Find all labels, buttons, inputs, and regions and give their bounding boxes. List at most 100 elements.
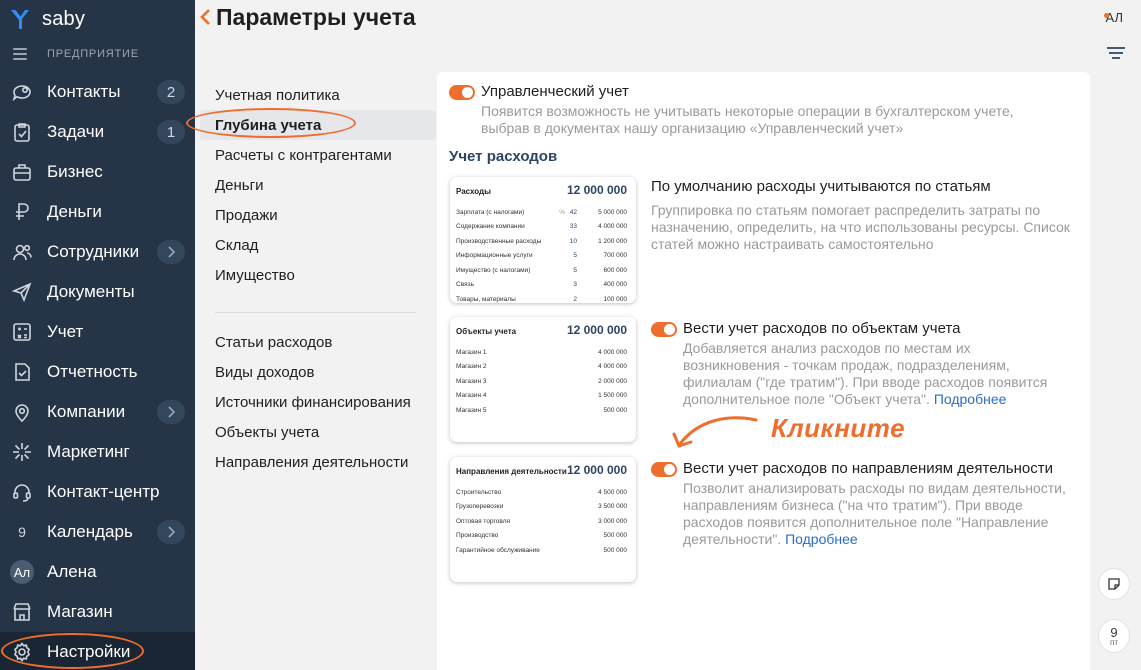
table-row: Магазин 5 500 000 [456,403,627,418]
contacts-icon [9,79,35,105]
settings-nav-item[interactable]: Виды доходов [200,357,436,387]
directions-accounting-toggle[interactable] [651,462,677,477]
sidebar-item-reports[interactable]: Отчетность [0,352,195,392]
list-filter-icon [1107,47,1125,59]
tasks-icon [9,119,35,145]
row-name: Грузоперевозки [456,503,504,511]
row-name: Имущество (с налогами) [456,266,531,274]
table-row: Связь 3 400 000 [456,278,627,293]
option-description: Группировка по статьям помогает распреде… [651,202,1070,252]
row-name: Товары, материалы [456,295,516,303]
notification-dot [1103,13,1109,18]
row-name: Информационные услуги [456,252,533,260]
sidebar-item-money[interactable]: Деньги [0,192,195,232]
expense-items-option: По умолчанию расходы учитываются по стат… [651,178,1071,253]
sidebar-item-documents[interactable]: Документы [0,272,195,312]
settings-nav-item[interactable]: Объекты учета [200,417,436,447]
table-row: Грузоперевозки 3 500 000 [456,500,627,515]
sidebar-item-business[interactable]: Бизнес [0,152,195,192]
sidebar-item-label: Учет [47,322,84,341]
more-link[interactable]: Подробнее [934,391,1007,407]
sidebar-item-employees[interactable]: Сотрудники [0,232,195,272]
percent-sign: % [559,208,565,216]
sidebar-item-label: Сотрудники [47,242,140,261]
sidebar-item-settings[interactable]: Настройки [0,632,195,670]
annotation-label: Кликните [771,413,906,443]
sidebar-item-tasks[interactable]: Задачи 1 [0,112,195,152]
settings-nav-item[interactable]: Статьи расходов [200,327,436,357]
row-count: 33 [569,223,577,231]
table-row: Производство 500 000 [456,529,627,544]
row-count: 5 [573,266,577,274]
sidebar-item-contact-center[interactable]: Контакт-центр [0,472,195,512]
calendar-day-number: 9 [18,524,26,540]
menu-icon[interactable] [13,48,27,60]
row-name: Связь [456,281,474,289]
row-value: 2 000 000 [598,377,627,385]
sidebar-item-marketing[interactable]: Маркетинг [0,432,195,472]
option-title: Управленческий учет [481,83,629,100]
objects-accounting-toggle[interactable] [651,322,677,337]
calendar-day: 9 [1110,624,1118,640]
company-switcher[interactable]: ПРЕДПРИЯТИЕ [0,44,195,64]
settings-nav-item[interactable]: Источники финансирования [200,387,436,417]
sidebar-item-label: Документы [47,282,135,301]
sidebar-item-calendar[interactable]: 9 Календарь [0,512,195,552]
row-value: 4 000 000 [598,363,627,371]
company-label: ПРЕДПРИЯТИЕ [47,48,139,60]
contact-center-icon [9,479,35,505]
settings-nav-item[interactable]: Имущество [200,260,436,290]
note-icon [1108,578,1120,590]
management-accounting-toggle[interactable] [449,85,475,100]
row-name: Магазин 1 [456,348,487,356]
avatar-initials: Ал [10,560,34,584]
view-options-button[interactable] [1106,46,1126,67]
notes-button[interactable] [1099,569,1129,599]
sidebar-item-profile[interactable]: Ал Алена [0,552,195,592]
business-icon [9,159,35,185]
settings-panel: Управленческий учет Появится возможность… [437,72,1090,670]
table-row: Производственные расходы 10 1 200 000 [456,234,627,249]
documents-icon [9,279,35,305]
avatar: Ал [9,559,35,585]
expenses-preview-card: Расходы 12 000 000 Зарплата (с налогами)… [450,177,636,303]
card-total: 12 000 000 [566,183,627,197]
settings-nav-item[interactable]: Продажи [200,200,436,230]
card-total: 12 000 000 [566,463,627,477]
directions-accounting-option: Вести учет расходов по направлениям деят… [651,460,1093,548]
sidebar-item-accounting[interactable]: Учет [0,312,195,352]
settings-nav-item[interactable]: Склад [200,230,436,260]
row-value: 500 000 [603,546,628,554]
row-value: 1 200 000 [598,237,627,245]
table-row: Информационные услуги 5 700 000 [456,249,627,264]
sidebar-item-label: Деньги [47,202,102,221]
settings-nav-item[interactable]: Расчеты с контрагентами [200,140,436,170]
settings-nav-item[interactable]: Учетная политика [200,80,436,110]
more-link[interactable]: Подробнее [785,531,858,547]
sidebar-item-contacts[interactable]: Контакты 2 [0,72,195,112]
calendar-button[interactable]: 9 пт [1099,620,1129,652]
option-description: Появится возможность не учитывать некото… [481,103,1014,136]
sidebar-item-label: Компании [47,402,126,421]
settings-nav: Учетная политика Глубина учета Расчеты с… [200,80,436,477]
logo[interactable]: saby [8,6,85,32]
row-count: 5 [573,252,577,260]
sidebar-item-companies[interactable]: Компании [0,392,195,432]
user-menu[interactable]: АЛ [1103,10,1123,25]
money-icon [9,199,35,225]
back-button[interactable] [199,8,211,31]
sidebar-item-store[interactable]: Магазин [0,592,195,632]
settings-nav-item-active[interactable]: Глубина учета [200,110,436,140]
table-row: Магазин 1 4 000 000 [456,345,627,360]
table-row: Строительство 4 500 000 [456,485,627,500]
settings-nav-item[interactable]: Деньги [200,170,436,200]
reports-icon [9,359,35,385]
objects-preview-card: Объекты учета 12 000 000 Магазин 1 4 000 … [450,317,636,442]
settings-nav-item[interactable]: Направления деятельности [200,447,436,477]
chevron-right-icon[interactable] [157,520,185,544]
chevron-right-icon[interactable] [157,240,185,264]
counter-badge: 1 [157,120,185,144]
chevron-right-icon[interactable] [157,400,185,424]
row-count: 2 [573,295,577,303]
sidebar-item-label: Задачи [47,122,105,141]
